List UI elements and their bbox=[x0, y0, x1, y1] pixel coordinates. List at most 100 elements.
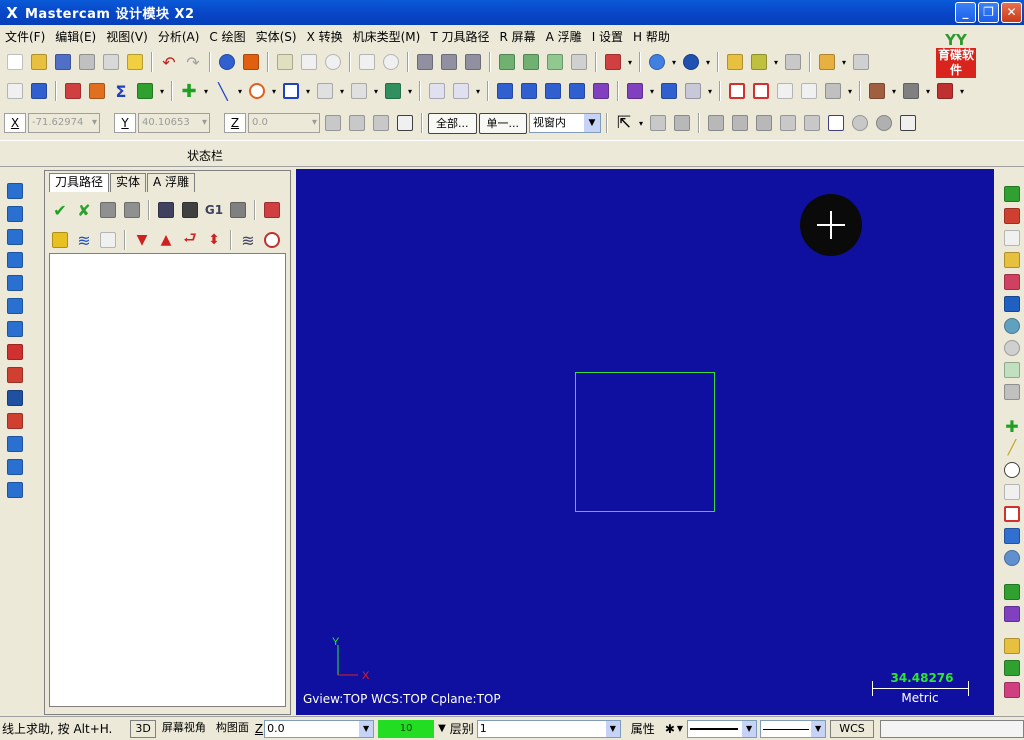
z-coord-label[interactable]: Z bbox=[224, 113, 246, 133]
print-preview-icon[interactable] bbox=[100, 51, 122, 73]
menu-help[interactable]: H 帮助 bbox=[628, 28, 675, 45]
cplane-button[interactable]: 构图面 bbox=[211, 719, 253, 738]
save-icon[interactable] bbox=[52, 51, 74, 73]
mru-icon-10[interactable] bbox=[1002, 384, 1022, 400]
zoom-in-icon[interactable] bbox=[322, 51, 344, 73]
menu-screen[interactable]: R 屏幕 bbox=[495, 28, 541, 45]
attributes-button[interactable]: 属性 bbox=[631, 720, 655, 737]
drawing-icon[interactable] bbox=[4, 481, 26, 499]
only-display-icon[interactable]: ≋ bbox=[237, 229, 259, 251]
mru-fillet-icon[interactable] bbox=[1002, 484, 1022, 500]
point-style-select[interactable]: ✱ bbox=[665, 722, 675, 736]
analyze-icon[interactable] bbox=[724, 51, 746, 73]
zoom-target-icon[interactable] bbox=[356, 51, 378, 73]
chevron-down-icon[interactable]: ▼ bbox=[605, 720, 620, 737]
loft-icon[interactable] bbox=[4, 251, 26, 269]
chevron-down-icon[interactable]: ▾ bbox=[626, 58, 634, 67]
xform-icon-1[interactable] bbox=[494, 80, 516, 102]
dimension-icon[interactable] bbox=[774, 80, 796, 102]
measure-icon[interactable] bbox=[748, 51, 770, 73]
high-speed-icon[interactable] bbox=[227, 199, 249, 221]
select-all-ops-icon[interactable]: ✔ bbox=[49, 199, 71, 221]
array-icon[interactable] bbox=[658, 80, 680, 102]
select-single-button[interactable]: 单一... bbox=[478, 112, 527, 134]
move-icon[interactable] bbox=[426, 80, 448, 102]
view-icon-2[interactable] bbox=[438, 51, 460, 73]
z-depth-label[interactable]: Z bbox=[255, 722, 263, 736]
toggle-posting-icon[interactable]: ≋ bbox=[73, 229, 95, 251]
mru-grid-icon[interactable] bbox=[1002, 638, 1022, 654]
chevron-down-icon[interactable]: ▼ bbox=[359, 720, 374, 737]
grid-icon-1[interactable] bbox=[726, 80, 748, 102]
table-icon[interactable] bbox=[750, 80, 772, 102]
circle-icon[interactable] bbox=[246, 80, 268, 102]
chevron-down-icon[interactable]: ▾ bbox=[704, 58, 712, 67]
mru-icon-6[interactable] bbox=[1002, 296, 1022, 312]
solid-icon[interactable] bbox=[382, 80, 404, 102]
screen-view-button[interactable]: 屏幕视角 bbox=[157, 719, 210, 738]
gview-cube-icon[interactable] bbox=[602, 51, 624, 73]
scroll-arrow-icon[interactable]: ⬍ bbox=[203, 229, 225, 251]
globe-view-icon[interactable] bbox=[646, 51, 668, 73]
cube-view-icon-1[interactable] bbox=[496, 51, 518, 73]
mru-icon-9[interactable] bbox=[1002, 362, 1022, 378]
chevron-down-icon[interactable]: ▼ bbox=[811, 720, 826, 737]
pointer-icon[interactable]: ⇱ bbox=[613, 112, 635, 134]
mru-icon-2[interactable] bbox=[1002, 208, 1022, 224]
view-icon-3[interactable] bbox=[462, 51, 484, 73]
chevron-down-icon[interactable]: ▼ bbox=[438, 723, 446, 734]
surface-tool-icon[interactable] bbox=[900, 80, 922, 102]
draft-icon[interactable] bbox=[4, 320, 26, 338]
xform-icon-2[interactable] bbox=[518, 80, 540, 102]
chevron-down-icon[interactable]: ▾ bbox=[202, 87, 210, 96]
x-coord-label[interactable]: X bbox=[4, 113, 26, 133]
restore-button[interactable]: ❐ bbox=[978, 2, 999, 23]
sweep-icon[interactable] bbox=[4, 228, 26, 246]
chevron-down-icon[interactable]: ▾ bbox=[840, 58, 848, 67]
print-icon[interactable] bbox=[76, 51, 98, 73]
chevron-down-icon[interactable]: ▾ bbox=[772, 58, 780, 67]
sigma-icon[interactable]: Σ bbox=[110, 80, 132, 102]
mru-table-icon[interactable] bbox=[1002, 660, 1022, 676]
feature-icon[interactable] bbox=[4, 458, 26, 476]
layout-icon[interactable] bbox=[4, 412, 26, 430]
mru-rect-icon[interactable] bbox=[1002, 506, 1022, 522]
window-mode-select[interactable]: 视窗内 ▼ bbox=[529, 113, 601, 133]
mru-xform-icon-2[interactable] bbox=[1002, 606, 1022, 622]
cube-view-icon-2[interactable] bbox=[520, 51, 542, 73]
menu-toolpaths[interactable]: T 刀具路径 bbox=[425, 28, 494, 45]
chevron-down-icon[interactable]: ▾ bbox=[406, 87, 414, 96]
post-gcode-icon[interactable]: G1 bbox=[203, 199, 225, 221]
tab-toolpaths[interactable]: 刀具路径 bbox=[49, 173, 110, 192]
chevron-down-icon[interactable]: ▾ bbox=[474, 87, 482, 96]
view-icon-1[interactable] bbox=[414, 51, 436, 73]
flask-icon[interactable] bbox=[934, 80, 956, 102]
3d-button[interactable]: 3D bbox=[130, 719, 156, 738]
render-icon[interactable] bbox=[240, 51, 262, 73]
x-coord-input[interactable]: -71.62974 bbox=[28, 113, 100, 133]
stock-icon[interactable] bbox=[261, 229, 283, 251]
chevron-down-icon[interactable]: ▾ bbox=[372, 87, 380, 96]
offset-icon[interactable] bbox=[624, 80, 646, 102]
toolpath-tree[interactable] bbox=[49, 253, 286, 707]
menu-analyze[interactable]: 分析(A) bbox=[153, 28, 205, 45]
chevron-down-icon[interactable]: ▼ bbox=[584, 114, 600, 132]
tab-solids[interactable]: 实体 bbox=[110, 173, 147, 192]
chevron-down-icon[interactable]: ▾ bbox=[846, 87, 854, 96]
xform-icon-5[interactable] bbox=[590, 80, 612, 102]
xform-icon-3[interactable] bbox=[542, 80, 564, 102]
chevron-down-icon[interactable]: ▾ bbox=[890, 87, 898, 96]
menu-settings[interactable]: I 设置 bbox=[587, 28, 628, 45]
mru-icon-4[interactable] bbox=[1002, 252, 1022, 268]
trim-solid-icon[interactable] bbox=[4, 366, 26, 384]
chevron-down-icon[interactable]: ▾ bbox=[924, 87, 932, 96]
chevron-down-icon[interactable]: ▾ bbox=[670, 58, 678, 67]
chevron-down-icon[interactable]: ▾ bbox=[958, 87, 966, 96]
menu-view[interactable]: 视图(V) bbox=[101, 28, 153, 45]
mru-line-icon[interactable]: ╱ bbox=[1002, 440, 1022, 456]
sort-icon[interactable] bbox=[816, 51, 838, 73]
cube-view-icon-3[interactable] bbox=[544, 51, 566, 73]
tag-icon[interactable] bbox=[798, 80, 820, 102]
repaint-icon[interactable] bbox=[216, 51, 238, 73]
revolve-icon[interactable] bbox=[4, 205, 26, 223]
